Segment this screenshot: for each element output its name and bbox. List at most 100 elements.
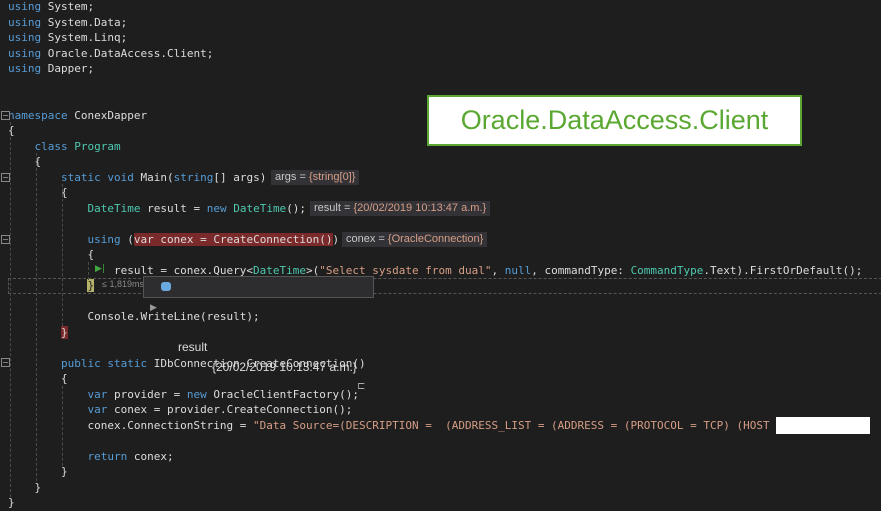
code-token: conex = provider.CreateConnection(); [107,403,353,416]
code-token: using [8,62,42,75]
code-line[interactable]: conex.ConnectionString = "Data Source=(D… [8,418,881,434]
code-line[interactable]: DateTime result = new DateTime(); [8,201,306,217]
fold-toggle-icon[interactable]: − [1,111,10,120]
code-token: } [8,480,42,494]
annotation-label: Oracle.DataAccess.Client [427,95,802,146]
code-token: { [8,248,95,261]
code-line[interactable]: namespace ConexDapper [8,108,147,124]
code-token: Program [74,139,121,153]
code-token: ConexDapper [67,108,148,122]
code-line[interactable]: { [8,247,94,263]
code-token: return [87,449,128,463]
code-token: Oracle.DataAccess.Client; [41,46,214,60]
object-icon [161,282,171,291]
code-token: { [8,124,15,137]
code-token: string [173,170,214,184]
datatip-conex[interactable]: conex = {OracleConnection} [342,232,488,247]
code-token: DateTime [87,201,141,215]
code-line[interactable]: } [8,495,15,511]
code-token: } [8,465,68,478]
code-line[interactable]: using System.Linq; [8,30,127,46]
code-line[interactable]: { [8,371,68,387]
code-line[interactable]: result = conex.Query<DateTime>("Select s… [8,263,862,279]
code-token: System.Data; [41,15,128,29]
code-token: .Text).FirstOrDefault(); [703,263,863,277]
code-line[interactable]: var provider = new OracleClientFactory()… [8,387,359,403]
datatip-args[interactable]: args = {string[0]} [271,170,360,185]
pin-icon[interactable]: ⊏ [357,377,365,397]
code-token: null [504,263,532,277]
code-line[interactable]: class Program [8,139,121,155]
code-line[interactable]: } [8,480,41,496]
code-line[interactable]: using System.Data; [8,15,127,31]
code-token: OracleClientFactory(); [206,387,360,401]
code-token: result = conex.Query< [8,263,254,277]
code-line[interactable]: using Dapper; [8,61,94,77]
code-token: CommandType [630,263,704,277]
fold-toggle-icon[interactable]: − [1,358,10,367]
code-token: { [8,372,68,385]
code-token: DateTime [233,201,287,215]
code-token: [] args) [213,170,267,184]
expand-arrow-icon[interactable]: ▶ [150,297,157,317]
code-token: >( [306,263,320,277]
datatip-result[interactable]: result = {20/02/2019 10:13:47 a.m.} [310,201,491,216]
redacted-host [776,417,870,434]
code-line[interactable]: } [8,464,68,480]
code-token: "Select sysdate from dual" [319,263,492,277]
code-line[interactable]: static void Main(string[] args) [8,170,266,186]
code-token: public static [60,356,148,370]
code-token: using [8,46,42,60]
code-line[interactable]: using System; [8,0,94,15]
code-line[interactable]: return conex; [8,449,174,465]
code-token: } [8,496,15,509]
code-token: DateTime [253,263,307,277]
code-token: result = [140,201,207,215]
code-token: using [8,0,42,13]
code-token: var [87,387,108,401]
code-token: class [34,139,68,153]
code-line[interactable]: using Oracle.DataAccess.Client; [8,46,213,62]
fold-toggle-icon[interactable]: − [1,235,10,244]
code-token: new [206,201,227,215]
code-token: { [8,186,68,199]
code-token: , commandType: [531,263,631,277]
popup-value: {20/02/2019 10:13:47 a.m.} [212,360,357,374]
code-token: static void [60,170,134,184]
code-token: var conex = CreateConnection() [133,232,333,246]
code-token: System; [41,0,95,13]
code-line[interactable]: using (var conex = CreateConnection()) [8,232,339,248]
code-line[interactable]: { [8,123,15,139]
code-token: System.Linq; [41,31,128,44]
code-token: conex.ConnectionString = [8,418,254,432]
code-token: (); [286,201,307,215]
code-token: var [87,403,108,416]
code-token: Dapper; [41,62,95,75]
code-token: ) [332,232,340,246]
code-line[interactable]: var conex = provider.CreateConnection(); [8,402,352,418]
code-token: ( [120,232,134,246]
perf-tip: ≤ 1,819ms [102,279,144,289]
datatip-popup[interactable]: ▶ result {20/02/2019 10:13:47 a.m.} ⊏ [143,276,374,392]
code-token: new [186,387,207,401]
code-token: } [60,325,68,339]
code-token: Main( [133,170,174,184]
code-line[interactable]: { [8,185,68,201]
code-line[interactable]: Console.WriteLine(result); [8,309,260,325]
code-line[interactable]: } [8,325,68,341]
fold-toggle-icon[interactable]: − [1,173,10,182]
code-token: using [87,232,121,246]
code-token: conex; [127,449,174,463]
run-to-click-icon[interactable]: ▶| [95,264,105,274]
code-token: Console.WriteLine(result); [8,310,260,323]
code-token: , [491,263,505,277]
code-token: namespace [8,108,68,122]
